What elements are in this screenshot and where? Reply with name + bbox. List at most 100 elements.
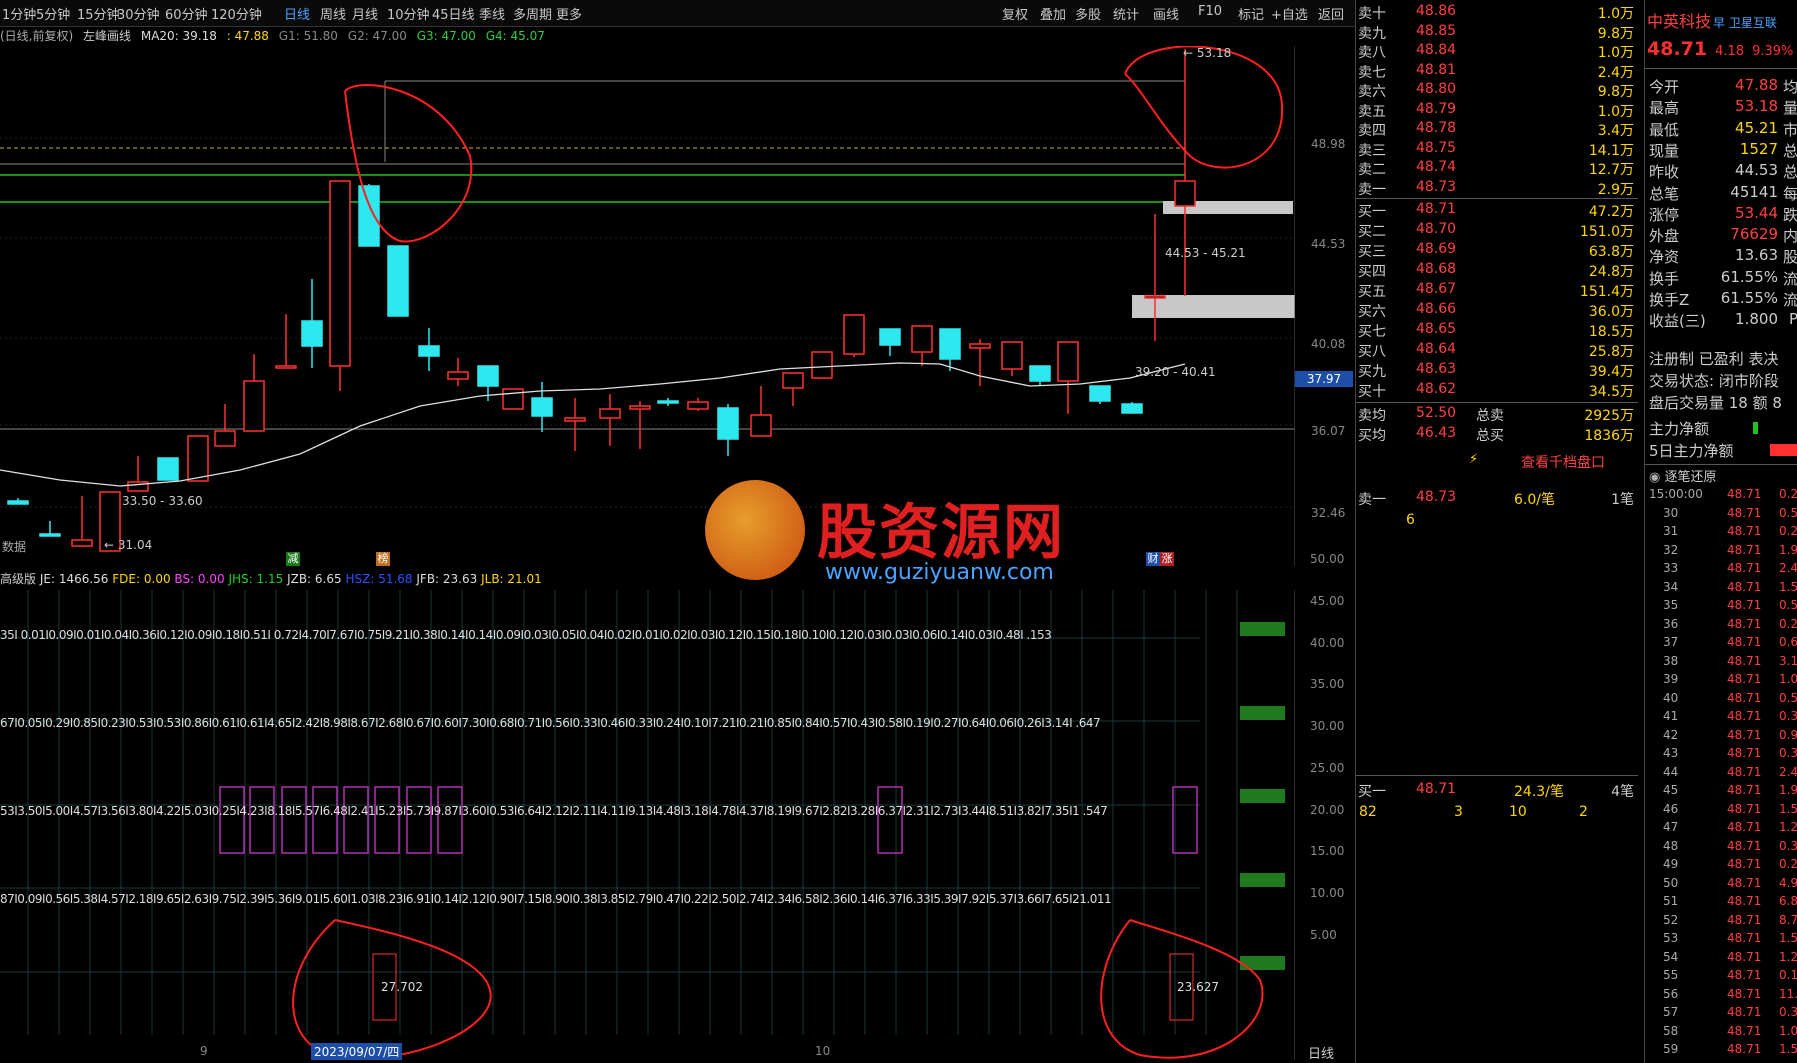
stock-name[interactable]: 中英科技 [1647,12,1711,31]
sell-first-row[interactable]: 卖一 48.73 6.0/笔 1笔 [1356,488,1638,508]
header-divider [1645,68,1797,69]
period-tab-label: 5分钟 [36,8,71,23]
toolbar-right-3[interactable]: 统计 [1113,4,1139,23]
bid-row[interactable]: 买七 48.65 18.5万 [1356,320,1638,340]
tick-volume: 2.4 [1779,764,1797,779]
tick-price: 48.71 [1727,894,1762,908]
tick-time: 48 [1663,838,1679,853]
ask-row[interactable]: 卖十 48.86 1.0万 [1356,2,1638,22]
toolbar-right-2[interactable]: 多股 [1075,4,1101,23]
period-toolbar: 1分钟 5分钟 15分钟 30分钟 60分钟 120分钟 日线 周线 月线 10分钟 45日线 季线多… [0,0,1355,27]
period-tab-label: 120分钟 [211,8,262,23]
ask-volume: 1.0万 [1597,45,1634,61]
quote-row: 总笔 45141 每 [1649,183,1797,203]
period-label: (日线,前复权) [0,29,74,43]
tick-price: 48.71 [1727,598,1762,612]
tick-price: 48.71 [1727,653,1762,668]
tick-volume: 3.1 [1779,653,1797,668]
period-tab-4[interactable]: 60分钟 [165,4,208,23]
thousand-book-link[interactable]: 查看千档盘口 [1521,452,1605,472]
ask-row[interactable]: 卖二 48.74 12.7万 [1356,158,1638,178]
bid-row[interactable]: 买一 48.71 47.2万 [1356,200,1638,220]
period-tab-10[interactable]: 45日线 [432,4,475,23]
marker-jian[interactable]: 减 [286,552,300,566]
candle [358,185,380,247]
ask-row[interactable]: 卖七 48.81 2.4万 [1356,61,1638,81]
toolbar-right-4[interactable]: 画线 [1153,4,1179,23]
tick-row: 48 48.71 0.3 [1645,839,1797,857]
toolbar-right-0[interactable]: 复权 [1002,4,1028,23]
quote-row: 现量 1527 总 [1649,140,1797,160]
bid-row[interactable]: 买九 48.63 39.4万 [1356,360,1638,380]
indicator-name[interactable]: 高级版 [0,572,36,586]
marker-cai[interactable]: 财 [1146,552,1160,566]
ask-row[interactable]: 卖一 48.73 2.9万 [1356,178,1638,198]
period-tab-13[interactable]: 更多 [556,4,582,23]
period-tab-7[interactable]: 周线 [320,4,346,23]
period-tab-3[interactable]: 30分钟 [117,4,160,23]
ask-row[interactable]: 卖三 48.75 14.1万 [1356,139,1638,159]
tick-time: 36 [1663,616,1679,631]
tick-time: 55 [1663,968,1679,982]
marker-zhang[interactable]: 涨 [1160,552,1174,566]
period-tab-1[interactable]: 5分钟 [36,4,70,23]
ask-row[interactable]: 卖八 48.84 1.0万 [1356,41,1638,61]
ask-volume: 9.8万 [1597,25,1634,42]
quote-tail: 内 [1782,227,1797,246]
toolbar-right-7[interactable]: +自选 [1271,4,1308,23]
draw-tool-label[interactable]: 左峰画线 [83,29,131,43]
toolbar-right-5[interactable]: F10 [1198,4,1222,19]
bid-row[interactable]: 买八 48.64 25.8万 [1356,340,1638,360]
ask-price: 48.86 [1416,3,1457,19]
indicator-panel[interactable] [0,590,1295,1060]
tick-volume: 0.2 [1779,524,1797,538]
avg-price: 52.50 [1416,405,1457,421]
period-tab-2[interactable]: 15分钟 [77,4,120,23]
tick-time: 38 [1663,653,1679,668]
watermark: 股资源网 www.guziyuanw.com [705,478,1085,598]
ticks-header[interactable]: ◉ 逐笔还原 [1649,466,1717,485]
marker-bang[interactable]: 榜 [376,552,390,566]
stock-tags: 早 卫星互联 [1713,16,1777,30]
value-g1: G1: 51.80 [278,29,338,43]
period-tab-5[interactable]: 120分钟 [211,4,262,23]
toolbar-right-8[interactable]: 返回 [1318,4,1344,23]
tick-volume: 0.2 [1779,487,1797,501]
bid-label: 买五 [1358,284,1386,300]
toolbar-right-label: 标记 [1238,8,1265,23]
bid-row[interactable]: 买五 48.67 151.4万 [1356,280,1638,300]
period-footer[interactable]: 日线 [1308,1043,1334,1062]
toolbar-right-6[interactable]: 标记 [1238,4,1264,23]
zone2-label: 39.20 - 40.41 [1135,365,1216,379]
buy-first-count: 4笔 [1611,784,1634,800]
bid-row[interactable]: 买二 48.70 151.0万 [1356,220,1638,240]
period-tab-0[interactable]: 1分钟 [2,4,36,23]
quote-value: 47.88 [1735,76,1778,94]
collapse-icon[interactable]: ◉ [1649,470,1664,485]
kline-chart[interactable] [0,46,1295,566]
last-price: 48.71 [1647,38,1708,60]
tick-volume: 0.3 [1779,1005,1797,1019]
bid-row[interactable]: 买四 48.68 24.8万 [1356,260,1638,280]
bid-row[interactable]: 买六 48.66 36.0万 [1356,300,1638,320]
tick-price: 48.71 [1727,487,1762,501]
tick-row: 47 48.71 1.2 [1645,820,1797,838]
toolbar-right-1[interactable]: 叠加 [1040,4,1066,23]
low-value: 31.04 [117,538,153,552]
ask-row[interactable]: 卖四 48.78 3.4万 [1356,119,1638,139]
ask-price: 48.80 [1416,81,1457,97]
ask-row[interactable]: 卖九 48.85 9.8万 [1356,22,1638,42]
period-tab-6[interactable]: 日线 [284,4,310,23]
candle [564,417,586,422]
bid-row[interactable]: 买十 48.62 34.5万 [1356,380,1638,400]
bid-row[interactable]: 买三 48.69 63.8万 [1356,240,1638,260]
tick-row: 34 48.71 1.5 [1645,580,1797,598]
period-tab-12[interactable]: 多周期 [513,4,552,23]
period-tab-8[interactable]: 月线 [352,4,378,23]
ask-row[interactable]: 卖五 48.79 1.0万 [1356,100,1638,120]
candle [782,372,804,389]
ask-row[interactable]: 卖六 48.80 9.8万 [1356,80,1638,100]
period-tab-9[interactable]: 10分钟 [387,4,430,23]
period-tab-11[interactable]: 季线 [479,4,505,23]
buy-first-row[interactable]: 买一 48.71 24.3/笔 4笔 [1356,780,1638,800]
